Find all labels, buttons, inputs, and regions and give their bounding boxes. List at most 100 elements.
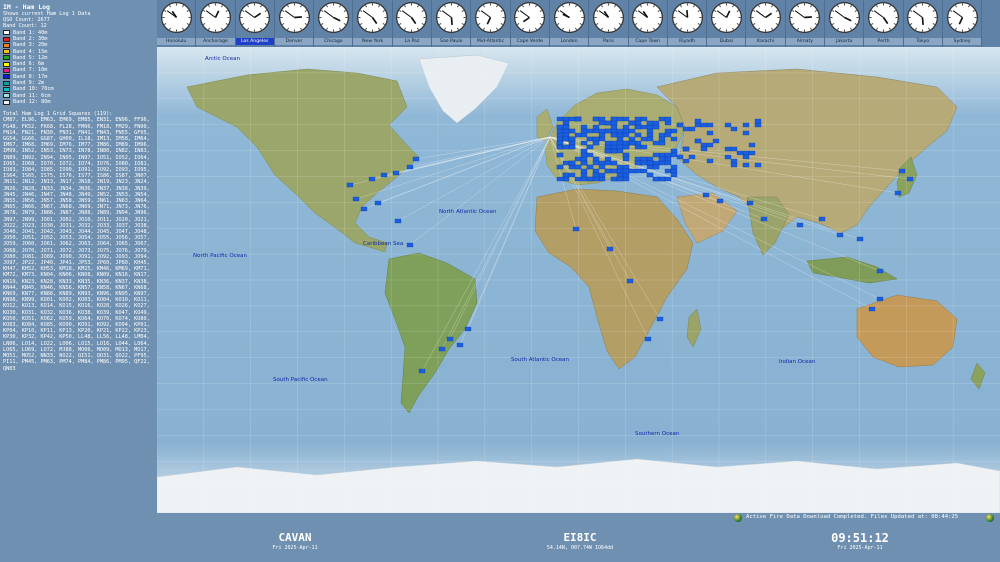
clock-karachi[interactable]: Karachi bbox=[746, 0, 786, 47]
clock-almaty[interactable]: Almaty bbox=[785, 0, 826, 47]
band-label: Band 8: 17m bbox=[13, 73, 48, 80]
grid-square bbox=[616, 116, 624, 122]
grid-square bbox=[670, 136, 678, 142]
grid-square bbox=[658, 156, 666, 162]
grid-square bbox=[736, 150, 744, 156]
clock-sao-paulo[interactable]: Sao Paulo bbox=[432, 0, 472, 47]
clock-perth[interactable]: Perth bbox=[864, 0, 904, 47]
grid-square bbox=[556, 124, 564, 130]
grid-square bbox=[628, 136, 636, 142]
grid-square bbox=[760, 216, 768, 222]
grid-square bbox=[592, 172, 600, 178]
grid-square bbox=[700, 146, 708, 152]
clock-cape-verde[interactable]: Cape Verde bbox=[510, 0, 550, 47]
clock-face-icon bbox=[317, 2, 349, 33]
grid-square bbox=[670, 152, 678, 158]
grid-square bbox=[598, 176, 606, 182]
grid-square bbox=[610, 144, 618, 150]
clock-face-icon bbox=[828, 2, 860, 33]
clock-los-angeles[interactable]: Los Angeles bbox=[235, 0, 275, 47]
grid-square bbox=[646, 156, 654, 162]
band-label: Band 10: 70cm bbox=[13, 86, 54, 93]
clock-la-paz[interactable]: La Paz bbox=[392, 0, 433, 47]
clock-face-icon bbox=[199, 2, 231, 33]
grid-square bbox=[664, 128, 672, 134]
grid-square bbox=[580, 128, 588, 134]
band-color-swatch bbox=[3, 61, 10, 67]
grid-square bbox=[580, 172, 588, 178]
grid-square bbox=[592, 160, 600, 166]
grid-square bbox=[694, 118, 702, 124]
clock-paris[interactable]: Paris bbox=[589, 0, 629, 47]
legend-panel: IM - Ham Log Shows current Ham Log 1 Dat… bbox=[0, 0, 155, 513]
clock-honolulu[interactable]: Honolulu bbox=[157, 0, 197, 47]
world-clock-bar: Honolulu Anchorage Los Angeles Denver Chicag… bbox=[157, 0, 1000, 47]
clock-city-label: La Paz bbox=[392, 38, 432, 45]
clock-city-label: Sydney bbox=[942, 38, 982, 45]
band-label: Band 3: 20m bbox=[13, 42, 48, 49]
clock-city-label: Riyadh bbox=[667, 38, 707, 45]
grid-square bbox=[682, 158, 690, 164]
grid-square bbox=[562, 172, 570, 178]
clock-city-label: Honolulu bbox=[157, 38, 196, 45]
clock-chicago[interactable]: Chicago bbox=[314, 0, 354, 47]
grid-square bbox=[898, 168, 906, 174]
clock-tokyo[interactable]: Tokyo bbox=[903, 0, 943, 47]
grid-square bbox=[622, 156, 630, 162]
clock-face-icon bbox=[553, 2, 585, 33]
clock-denver[interactable]: Denver bbox=[274, 0, 315, 47]
grid-square bbox=[628, 120, 636, 126]
grid-square bbox=[556, 132, 564, 138]
grid-square bbox=[616, 140, 624, 146]
grid-square bbox=[464, 326, 472, 332]
clock-london[interactable]: London bbox=[549, 0, 590, 47]
grid-square bbox=[562, 144, 570, 150]
grid-square bbox=[568, 172, 576, 178]
app-title: IM - Ham Log bbox=[3, 3, 50, 11]
grid-square bbox=[664, 116, 672, 122]
grid-square bbox=[616, 148, 624, 154]
label-south-pacific: South Pacific Ocean bbox=[273, 377, 328, 383]
clock-city-label: Sao Paulo bbox=[432, 38, 471, 45]
grid-square bbox=[562, 160, 570, 166]
clock-city-label: Anchorage bbox=[196, 38, 235, 45]
grid-square bbox=[556, 144, 564, 150]
clock-mid-atlantic[interactable]: Mid-Atlantic bbox=[471, 0, 511, 47]
grid-square bbox=[574, 156, 582, 162]
grid-square bbox=[392, 170, 400, 176]
grid-square bbox=[646, 132, 654, 138]
band-color-swatch bbox=[3, 99, 10, 105]
world-map[interactable]: Arctic Ocean North Pacific Ocean North A… bbox=[157, 47, 1000, 513]
clock-anchorage[interactable]: Anchorage bbox=[196, 0, 236, 47]
clock-cape-town[interactable]: Cape Town bbox=[628, 0, 668, 47]
clock-new-york[interactable]: New York bbox=[353, 0, 393, 47]
grid-square bbox=[664, 132, 672, 138]
grid-square bbox=[664, 120, 672, 126]
band-label: Band 12: 80m bbox=[13, 98, 51, 105]
grid-square bbox=[622, 168, 630, 174]
grid-square bbox=[616, 172, 624, 178]
clock-face-icon bbox=[475, 2, 506, 33]
grid-square bbox=[346, 182, 354, 188]
grid-square bbox=[598, 172, 606, 178]
grid-square bbox=[754, 162, 762, 168]
clock-dubai[interactable]: Dubai bbox=[707, 0, 747, 47]
clock-face-icon bbox=[789, 2, 821, 33]
clock-jakarta[interactable]: Jakarta bbox=[825, 0, 865, 47]
clock-face-icon bbox=[239, 2, 271, 33]
grid-square bbox=[562, 136, 570, 142]
grid-square bbox=[700, 142, 708, 148]
grid-square bbox=[592, 136, 600, 142]
grid-square bbox=[580, 132, 588, 138]
grid-square bbox=[604, 140, 612, 146]
grid-square bbox=[556, 136, 564, 142]
grid-square bbox=[670, 148, 678, 154]
grid-square bbox=[586, 152, 594, 158]
clock-sydney[interactable]: Sydney bbox=[942, 0, 983, 47]
grid-square bbox=[730, 162, 738, 168]
world-map-svg: Arctic Ocean North Pacific Ocean North A… bbox=[157, 47, 1000, 513]
grid-square bbox=[742, 130, 750, 136]
grid-square bbox=[646, 128, 654, 134]
clock-riyadh[interactable]: Riyadh bbox=[667, 0, 708, 47]
grid-square bbox=[580, 176, 588, 182]
